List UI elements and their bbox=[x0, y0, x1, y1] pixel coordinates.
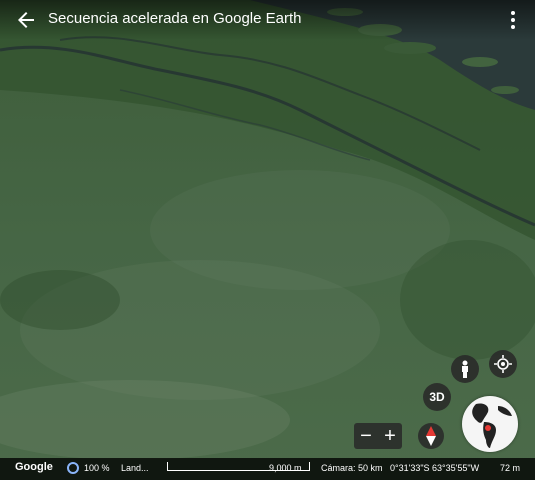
compass-button[interactable] bbox=[418, 423, 444, 449]
my-location-icon bbox=[494, 355, 512, 373]
satellite-map[interactable] bbox=[0, 0, 535, 480]
google-logo: Google bbox=[15, 461, 53, 473]
more-vert-icon[interactable] bbox=[505, 9, 521, 31]
zoom-control: − + bbox=[354, 423, 402, 449]
layer-label[interactable]: Land... bbox=[121, 463, 149, 473]
my-location-button[interactable] bbox=[489, 350, 517, 378]
back-arrow-icon[interactable] bbox=[14, 8, 38, 32]
loading-ring-icon bbox=[67, 462, 79, 474]
toggle-3d-button[interactable]: 3D bbox=[423, 383, 451, 411]
elevation: 72 m bbox=[500, 463, 521, 473]
scale-label: 9,000 m bbox=[269, 463, 302, 473]
top-bar: Secuencia acelerada en Google Earth bbox=[0, 0, 535, 40]
zoom-in-button[interactable]: + bbox=[378, 423, 402, 449]
pegman-icon bbox=[462, 360, 468, 378]
compass-icon bbox=[426, 426, 436, 446]
street-view-button[interactable] bbox=[451, 355, 479, 383]
camera-altitude: Cámara: 50 km bbox=[321, 463, 383, 473]
globe-icon bbox=[472, 403, 512, 448]
zoom-percent: 100 % bbox=[84, 463, 110, 473]
zoom-out-button[interactable]: − bbox=[354, 423, 378, 449]
globe-overview[interactable] bbox=[462, 396, 518, 452]
page-title: Secuencia acelerada en Google Earth bbox=[48, 10, 302, 27]
coordinates: 0°31'33"S 63°35'55"W bbox=[390, 463, 480, 473]
status-bar: Google 100 % Land... 9,000 m Cámara: 50 … bbox=[0, 458, 535, 480]
